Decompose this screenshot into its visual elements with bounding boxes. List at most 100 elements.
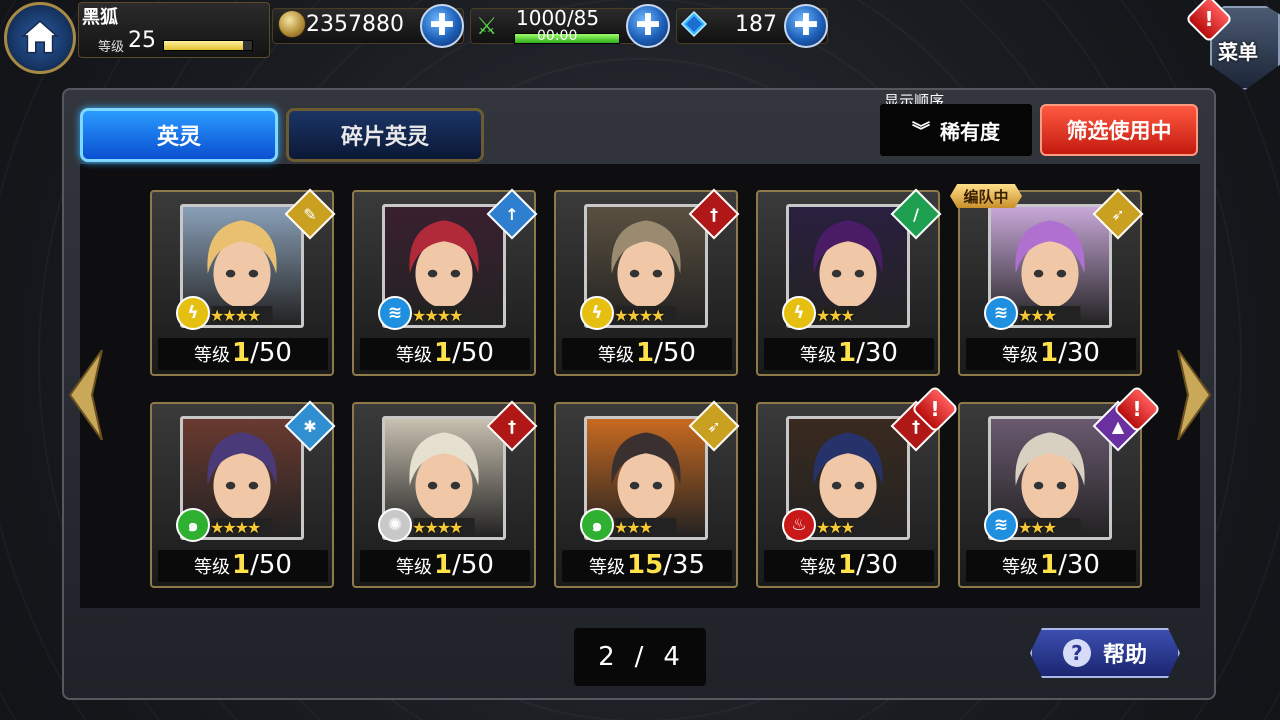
hero-card[interactable]: ➶ ๑ ★★★ 等级 15/35 — [554, 400, 740, 588]
tab-hero-shards-label: 碎片英灵 — [340, 125, 429, 150]
hero-card[interactable]: ▲ ≋ ★★★ 等级 1/30! — [958, 384, 1162, 588]
hero-level-max: /35 — [663, 550, 706, 580]
hero-level: 等级 1/30 — [966, 550, 1136, 582]
hero-level-current: 1 — [434, 550, 453, 580]
element-water-icon: ≋ — [984, 508, 1018, 542]
page-separator: / — [634, 642, 646, 672]
element-wind-icon: ๑ — [580, 508, 614, 542]
rarity-stars: ★★★★ — [210, 306, 261, 325]
rarity-stars: ★★★★ — [412, 518, 463, 537]
element-lightning-icon: ϟ — [580, 296, 614, 330]
hero-level-current: 1 — [232, 550, 251, 580]
team-tag: 编队中 — [950, 184, 1022, 208]
gems-value: 187 — [735, 12, 777, 37]
hero-card[interactable]: ✎ ϟ ★★★★ 等级 1/50 — [150, 188, 336, 376]
coins-value: 2357880 — [306, 12, 404, 37]
element-light-icon: ✺ — [378, 508, 412, 542]
menu-label: 菜单 — [1218, 40, 1258, 64]
hero-level-label: 等级 — [800, 557, 837, 578]
hero-level: 等级 1/50 — [562, 338, 732, 370]
rarity-stars: ★★★★ — [412, 306, 463, 325]
crossed-swords-icon: ⚔ — [476, 12, 498, 40]
hero-card[interactable]: ↑ ≋ ★★★★ 等级 1/50 — [352, 188, 538, 376]
rarity-stars: ★★★★ — [614, 306, 665, 325]
hero-level: 等级 15/35 — [562, 550, 732, 582]
hero-level-label: 等级 — [588, 557, 625, 578]
player-name: 黑狐 — [82, 7, 118, 28]
hero-card[interactable]: † ♨ ★★★ 等级 1/30! — [756, 384, 960, 588]
hero-card[interactable]: ✱ ๑ ★★★★ 等级 1/50 — [150, 400, 336, 588]
hero-card[interactable]: † ✺ ★★★★ 等级 1/50 — [352, 400, 538, 588]
tab-heroes[interactable]: 英灵 — [80, 108, 278, 162]
hero-level-current: 1 — [636, 338, 655, 368]
prev-page-arrow-icon[interactable] — [66, 350, 106, 440]
hero-level-label: 等级 — [800, 345, 837, 366]
plus-icon: ✚ — [793, 8, 819, 43]
hero-level-current: 1 — [838, 338, 857, 368]
rarity-stars: ★★★ — [1018, 306, 1057, 325]
hero-level: 等级 1/50 — [360, 338, 530, 370]
help-label: 帮助 — [1102, 643, 1147, 668]
hero-level-current: 1 — [838, 550, 857, 580]
element-water-icon: ≋ — [378, 296, 412, 330]
home-button[interactable] — [4, 2, 76, 74]
hero-level-label: 等级 — [598, 345, 635, 366]
sort-dropdown[interactable]: ︾ 稀有度 — [880, 104, 1032, 156]
hero-level-max: /30 — [1058, 550, 1100, 580]
question-icon: ? — [1062, 639, 1091, 667]
hero-level-current: 1 — [1040, 338, 1059, 368]
hero-card[interactable]: / ϟ ★★★ 等级 1/30 — [756, 188, 942, 376]
rarity-stars: ★★★★ — [210, 518, 261, 537]
hero-level-label: 等级 — [1002, 345, 1039, 366]
tab-heroes-label: 英灵 — [156, 125, 201, 150]
filter-button[interactable]: 筛选使用中 — [1040, 104, 1198, 156]
gem-icon — [680, 10, 708, 38]
exp-fill — [164, 41, 244, 50]
next-page-arrow-icon[interactable] — [1174, 350, 1214, 440]
player-level-label: 等级 — [98, 40, 125, 55]
hero-level: 等级 1/30 — [764, 338, 934, 370]
hero-level: 等级 1/50 — [158, 338, 328, 370]
hero-level: 等级 1/50 — [158, 550, 328, 582]
tab-hero-shards[interactable]: 碎片英灵 — [286, 108, 484, 162]
add-coins-button[interactable]: ✚ — [420, 4, 464, 48]
add-gems-button[interactable]: ✚ — [784, 4, 828, 48]
hero-level-max: /30 — [856, 338, 898, 368]
element-fire-icon: ♨ — [782, 508, 816, 542]
hero-level-max: /50 — [452, 550, 494, 580]
filter-label: 筛选使用中 — [1066, 119, 1172, 143]
hero-level-label: 等级 — [194, 345, 231, 366]
hero-level-current: 1 — [232, 338, 251, 368]
hero-level: 等级 1/30 — [764, 550, 934, 582]
hero-level-current: 1 — [1040, 550, 1059, 580]
hero-level-max: /50 — [452, 338, 494, 368]
player-level: 25 — [128, 28, 156, 53]
page-indicator: 2 / 4 — [574, 628, 706, 686]
plus-icon: ✚ — [635, 8, 661, 43]
element-wind-icon: ๑ — [176, 508, 210, 542]
hero-level-label: 等级 — [396, 345, 433, 366]
hero-card[interactable]: ➶ ≋ ★★★ 等级 1/30 — [958, 188, 1144, 376]
rarity-stars: ★★★ — [816, 518, 855, 537]
exp-bar — [163, 40, 253, 51]
stamina-timer: 00:00 — [537, 28, 578, 44]
help-button[interactable]: ? 帮助 — [1030, 628, 1180, 678]
menu-button[interactable]: 菜单 ! — [1184, 0, 1280, 90]
element-water-icon: ≋ — [984, 296, 1018, 330]
hero-level: 等级 1/50 — [360, 550, 530, 582]
hero-level-max: /50 — [250, 550, 292, 580]
rarity-stars: ★★★ — [816, 306, 855, 325]
hero-level-current: 15 — [626, 550, 664, 580]
add-stamina-button[interactable]: ✚ — [626, 4, 670, 48]
rarity-stars: ★★★ — [1018, 518, 1057, 537]
rarity-stars: ★★★ — [614, 518, 653, 537]
hero-level-label: 等级 — [1002, 557, 1039, 578]
hero-level-max: /50 — [250, 338, 292, 368]
page-current: 2 — [598, 642, 617, 672]
element-lightning-icon: ϟ — [782, 296, 816, 330]
home-icon — [21, 20, 59, 54]
coin-icon — [278, 10, 306, 38]
plus-icon: ✚ — [429, 8, 455, 43]
hero-level-max: /30 — [1058, 338, 1100, 368]
hero-card[interactable]: † ϟ ★★★★ 等级 1/50 — [554, 188, 740, 376]
